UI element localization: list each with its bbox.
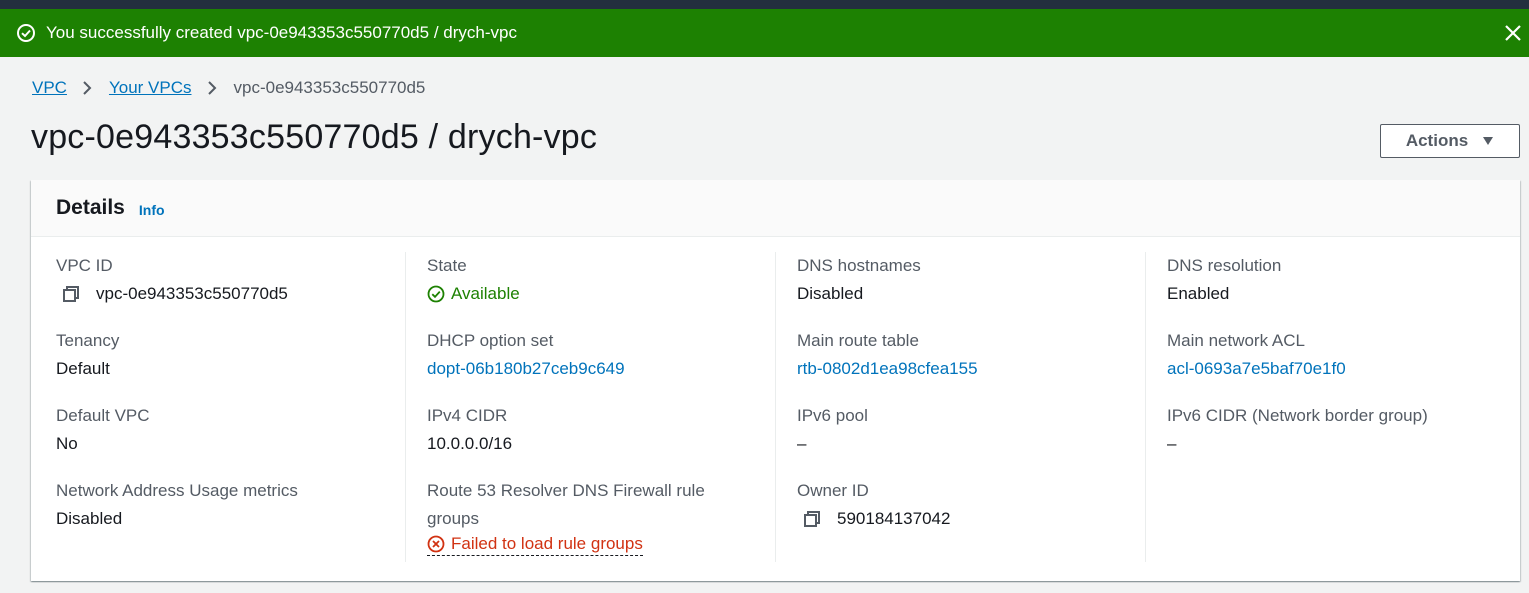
main-network-acl-label: Main network ACL (1167, 331, 1305, 350)
chevron-right-icon (81, 78, 95, 98)
owner-id-label: Owner ID (797, 481, 869, 500)
default-vpc-label: Default VPC (56, 406, 150, 425)
breadcrumb: VPC Your VPCs vpc-0e943353c550770d5 (32, 78, 425, 98)
column-divider (405, 252, 406, 562)
r53-firewall-label-1: Route 53 Resolver DNS Firewall rule (427, 481, 705, 500)
main-route-table-link[interactable]: rtb-0802d1ea98cfea155 (797, 355, 978, 383)
top-nav-strip (0, 0, 1529, 9)
details-panel: Details Info VPC ID vpc-0e943353c550770d… (31, 180, 1520, 581)
ipv4-cidr-field: IPv4 CIDR 10.0.0.0/16 (427, 402, 767, 458)
dns-hostnames-label: DNS hostnames (797, 256, 921, 275)
dhcp-field: DHCP option set dopt-06b180b27ceb9c649 (427, 327, 767, 383)
dns-resolution-value: Enabled (1167, 284, 1230, 303)
default-vpc-value: No (56, 434, 78, 453)
dhcp-link[interactable]: dopt-06b180b27ceb9c649 (427, 355, 625, 383)
owner-id-field: Owner ID 590184137042 (797, 477, 1137, 533)
dhcp-label: DHCP option set (427, 331, 554, 350)
main-route-table-label: Main route table (797, 331, 919, 350)
dhcp-value: dopt-06b180b27ceb9c649 (427, 355, 767, 383)
vpc-id-label: VPC ID (56, 256, 113, 275)
vpc-id-field: VPC ID vpc-0e943353c550770d5 (56, 252, 396, 308)
actions-label: Actions (1405, 131, 1469, 150)
details-columns: VPC ID vpc-0e943353c550770d5 Tenancy Def… (31, 238, 1520, 581)
page-title: vpc-0e943353c550770d5 / drych-vpc (31, 118, 598, 156)
r53-firewall-field: Route 53 Resolver DNS Firewall rule grou… (427, 477, 767, 556)
owner-id-value: 590184137042 (797, 505, 1137, 533)
ipv6-cidr-field: IPv6 CIDR (Network border group) – (1167, 402, 1507, 458)
r53-error-status[interactable]: Failed to load rule groups (427, 533, 643, 556)
ipv4-cidr-label: IPv4 CIDR (427, 406, 508, 425)
column-divider (1145, 252, 1146, 562)
ipv6-pool-field: IPv6 pool – (797, 402, 1137, 458)
state-value: Available (427, 280, 767, 308)
breadcrumb-vpc[interactable]: VPC (32, 78, 67, 98)
column-divider (775, 252, 776, 562)
main-route-table-field: Main route table rtb-0802d1ea98cfea155 (797, 327, 1137, 383)
check-circle-icon (16, 23, 36, 43)
r53-error-text: Failed to load rule groups (451, 534, 643, 553)
ipv6-cidr-label: IPv6 CIDR (Network border group) (1167, 406, 1428, 425)
caret-down-icon (1482, 136, 1494, 146)
state-label: State (427, 256, 467, 275)
r53-firewall-value: Failed to load rule groups (427, 533, 767, 556)
details-header: Details Info (31, 180, 1520, 237)
tenancy-field: Tenancy Default (56, 327, 396, 383)
error-circle-icon (427, 535, 445, 553)
main-network-acl-value: acl-0693a7e5baf70e1f0 (1167, 355, 1507, 383)
flash-message: You successfully created vpc-0e943353c55… (46, 23, 517, 42)
main-route-table-value: rtb-0802d1ea98cfea155 (797, 355, 1137, 383)
nau-metrics-field: Network Address Usage metrics Disabled (56, 477, 396, 533)
r53-firewall-label-2: groups (427, 509, 479, 528)
success-flashbar: You successfully created vpc-0e943353c55… (0, 9, 1529, 57)
check-circle-icon (427, 285, 445, 303)
vpc-id-text: vpc-0e943353c550770d5 (96, 284, 288, 303)
dns-hostnames-value: Disabled (797, 284, 864, 303)
details-heading: Details (56, 196, 125, 219)
main-network-acl-field: Main network ACL acl-0693a7e5baf70e1f0 (1167, 327, 1507, 383)
info-link[interactable]: Info (139, 202, 165, 218)
ipv6-pool-value: – (797, 434, 807, 453)
ipv6-cidr-value: – (1167, 434, 1177, 453)
close-icon[interactable] (1501, 21, 1525, 45)
breadcrumb-current: vpc-0e943353c550770d5 (233, 78, 426, 97)
dns-hostnames-field: DNS hostnames Disabled (797, 252, 1137, 308)
nau-metrics-label: Network Address Usage metrics (56, 481, 298, 500)
tenancy-label: Tenancy (56, 331, 120, 350)
nau-metrics-value: Disabled (56, 509, 123, 528)
vpc-id-value: vpc-0e943353c550770d5 (56, 280, 396, 308)
dns-resolution-field: DNS resolution Enabled (1167, 252, 1507, 308)
state-field: State Available (427, 252, 767, 308)
copy-icon[interactable] (62, 285, 80, 303)
actions-dropdown-button[interactable]: Actions (1380, 124, 1520, 158)
ipv6-pool-label: IPv6 pool (797, 406, 868, 425)
state-text: Available (451, 284, 520, 303)
owner-id-text: 590184137042 (837, 509, 951, 528)
dns-resolution-label: DNS resolution (1167, 256, 1282, 275)
copy-icon[interactable] (803, 510, 821, 528)
default-vpc-field: Default VPC No (56, 402, 396, 458)
chevron-right-icon (206, 78, 220, 98)
main-network-acl-link[interactable]: acl-0693a7e5baf70e1f0 (1167, 355, 1346, 383)
ipv4-cidr-value: 10.0.0.0/16 (427, 434, 513, 453)
tenancy-value: Default (56, 359, 110, 378)
breadcrumb-your-vpcs[interactable]: Your VPCs (109, 78, 192, 98)
